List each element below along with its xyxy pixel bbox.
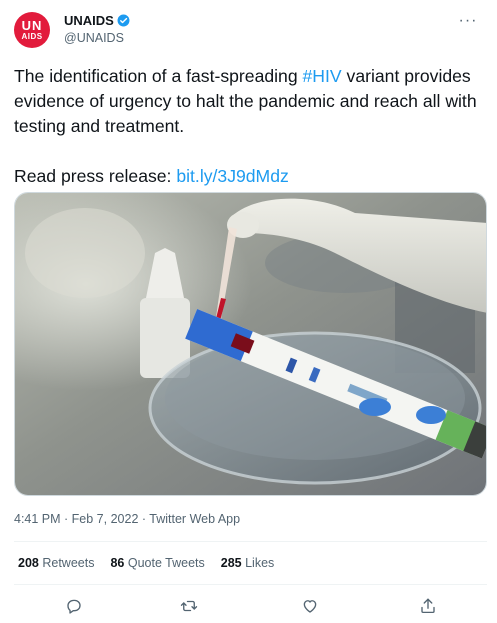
retweets-label: Retweets [42, 556, 95, 570]
meta-separator: · [138, 512, 150, 526]
tweet-photo[interactable] [14, 192, 487, 496]
display-name-text: UNAIDS [64, 13, 114, 28]
divider [14, 541, 487, 542]
handle[interactable]: @UNAIDS [64, 31, 130, 45]
likes-label: Likes [245, 556, 275, 570]
more-horizontal-icon[interactable]: ··· [456, 12, 480, 30]
quote-tweets-count: 86 [110, 556, 125, 570]
retweet-icon[interactable] [177, 594, 201, 618]
quote-tweets-label: Quote Tweets [127, 556, 205, 570]
meta-separator: · [60, 512, 72, 526]
tweet-source[interactable]: Twitter Web App [149, 512, 240, 526]
avatar-text-top: UN [21, 18, 43, 33]
likes-count: 285 [220, 556, 242, 570]
quote-tweets-stat[interactable]: 86 Quote Tweets [110, 556, 204, 570]
retweets-stat[interactable]: 208 Retweets [18, 556, 94, 570]
likes-stat[interactable]: 285 Likes [221, 556, 275, 570]
verified-badge-icon [117, 14, 130, 27]
tweet-paragraph-1: The identification of a fast-spreading #… [14, 64, 489, 139]
tweet-text-part1: The identification of a fast-spreading [14, 66, 303, 86]
tweet-time[interactable]: 4:41 PM [14, 512, 61, 526]
avatar-text-bottom: AIDS [21, 32, 43, 41]
author-info[interactable]: UNAIDS @UNAIDS [64, 13, 130, 45]
hashtag-link[interactable]: #HIV [303, 66, 342, 86]
tweet-text: The identification of a fast-spreading #… [14, 64, 489, 189]
press-release-link[interactable]: bit.ly/3J9dMdz [176, 166, 288, 186]
like-icon[interactable] [298, 594, 322, 618]
press-release-label: Read press release: [14, 166, 177, 186]
display-name[interactable]: UNAIDS [64, 13, 130, 28]
tweet-date[interactable]: Feb 7, 2022 [72, 512, 139, 526]
avatar[interactable]: UN AIDS [14, 12, 50, 48]
retweets-count: 208 [18, 556, 39, 570]
tweet-header: UN AIDS UNAIDS @UNAIDS ··· [14, 12, 484, 48]
share-icon[interactable] [416, 594, 440, 618]
hiv-test-photo [15, 193, 486, 495]
tweet-meta: 4:41 PM · Feb 7, 2022 · Twitter Web App [14, 512, 240, 526]
reply-icon[interactable] [62, 594, 86, 618]
tweet-stats: 208 Retweets 86 Quote Tweets 285 Likes [18, 556, 274, 570]
divider [14, 584, 487, 585]
tweet-paragraph-2: Read press release: bit.ly/3J9dMdz [14, 164, 489, 189]
tweet-actions [14, 594, 487, 618]
